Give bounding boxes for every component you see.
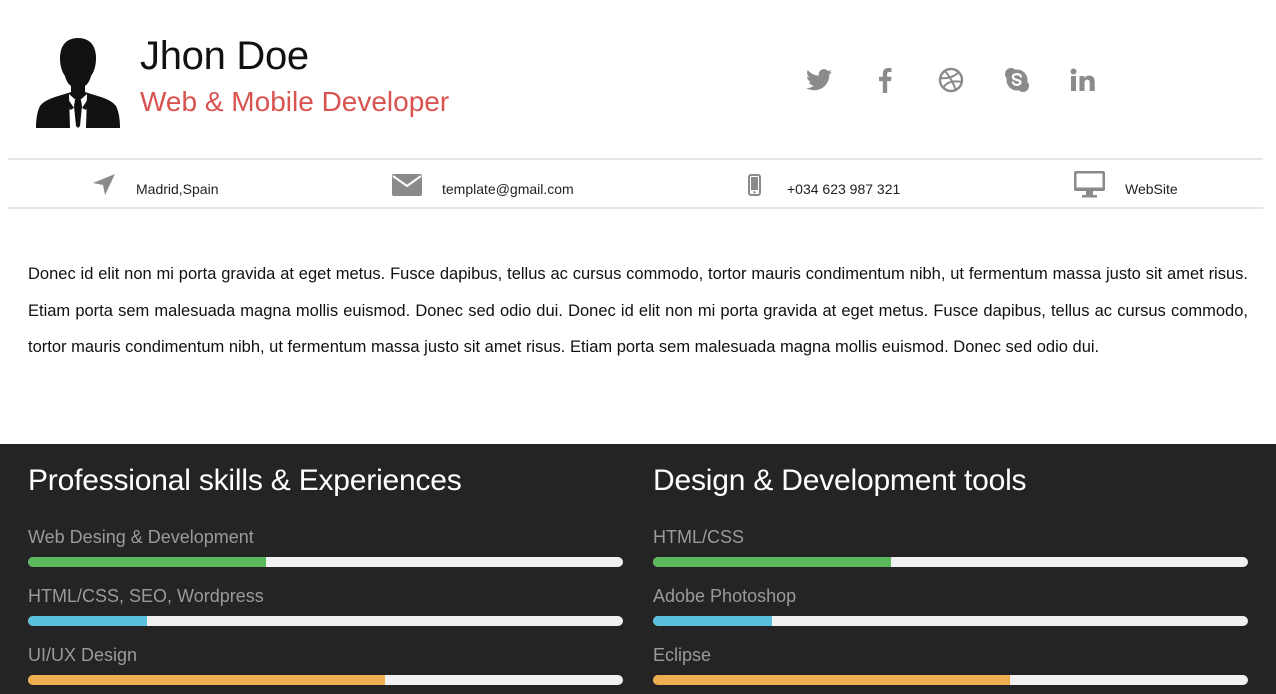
profile-role: Web & Mobile Developer xyxy=(140,86,450,117)
header: Jhon Doe Web & Mobile Developer xyxy=(0,0,1276,158)
skill-bar-fill xyxy=(28,675,385,685)
dribbble-link[interactable] xyxy=(918,62,984,98)
tool-bar xyxy=(653,557,1248,567)
email-text: template@gmail.com xyxy=(442,180,574,197)
tool-bar xyxy=(653,675,1248,685)
skill-bar xyxy=(28,675,623,685)
tool-label: Adobe Photoshop xyxy=(653,586,797,606)
skill-label: UI/UX Design xyxy=(28,645,138,665)
contact-location: Madrid,Spain xyxy=(92,160,219,209)
dribbble-icon xyxy=(938,67,964,93)
facebook-link[interactable] xyxy=(852,62,918,98)
skill-bar-fill xyxy=(28,557,266,567)
contact-website[interactable]: WebSite xyxy=(1074,160,1178,209)
tool-item: Eclipse xyxy=(653,645,1248,685)
profile-name: Jhon Doe xyxy=(140,34,309,78)
social-links xyxy=(786,62,1116,98)
tool-item: HTML/CSS xyxy=(653,527,1248,567)
twitter-icon xyxy=(806,69,832,91)
skill-label: Web Desing & Development xyxy=(28,527,254,547)
skills-title: Professional skills & Experiences xyxy=(28,464,462,497)
skype-icon xyxy=(1005,68,1029,92)
tool-bar xyxy=(653,616,1248,626)
skill-bar xyxy=(28,557,623,567)
avatar xyxy=(36,38,120,128)
contact-bar: Madrid,Spain template@gmail.com +034 623… xyxy=(8,158,1263,209)
skill-bar-fill xyxy=(28,616,147,626)
tools-title: Design & Development tools xyxy=(653,464,1027,497)
skill-bar xyxy=(28,616,623,626)
skype-link[interactable] xyxy=(984,62,1050,98)
skill-item: HTML/CSS, SEO, Wordpress xyxy=(28,586,623,626)
location-arrow-icon xyxy=(92,173,116,197)
phone-text: +034 623 987 321 xyxy=(787,180,901,197)
location-text: Madrid,Spain xyxy=(136,180,219,197)
mobile-phone-icon xyxy=(748,173,761,196)
envelope-icon xyxy=(392,173,422,196)
about-text: Donec id elit non mi porta gravida at eg… xyxy=(28,265,1248,356)
tool-bar-fill xyxy=(653,557,891,567)
website-text: WebSite xyxy=(1125,180,1178,197)
skill-label: HTML/CSS, SEO, Wordpress xyxy=(28,586,264,606)
tool-item: Adobe Photoshop xyxy=(653,586,1248,626)
skills-section: Professional skills & Experiences Web De… xyxy=(0,444,1276,694)
contact-phone[interactable]: +034 623 987 321 xyxy=(748,160,900,209)
monitor-icon xyxy=(1074,171,1105,198)
tool-label: HTML/CSS xyxy=(653,527,745,547)
contact-email[interactable]: template@gmail.com xyxy=(392,160,574,209)
tool-label: Eclipse xyxy=(653,645,712,665)
tool-bar-fill xyxy=(653,675,1010,685)
skill-item: Web Desing & Development xyxy=(28,527,623,567)
twitter-link[interactable] xyxy=(786,62,852,98)
linkedin-icon xyxy=(1070,68,1095,91)
facebook-icon xyxy=(879,67,892,93)
skill-item: UI/UX Design xyxy=(28,645,623,685)
tool-bar-fill xyxy=(653,616,772,626)
linkedin-link[interactable] xyxy=(1050,62,1116,98)
